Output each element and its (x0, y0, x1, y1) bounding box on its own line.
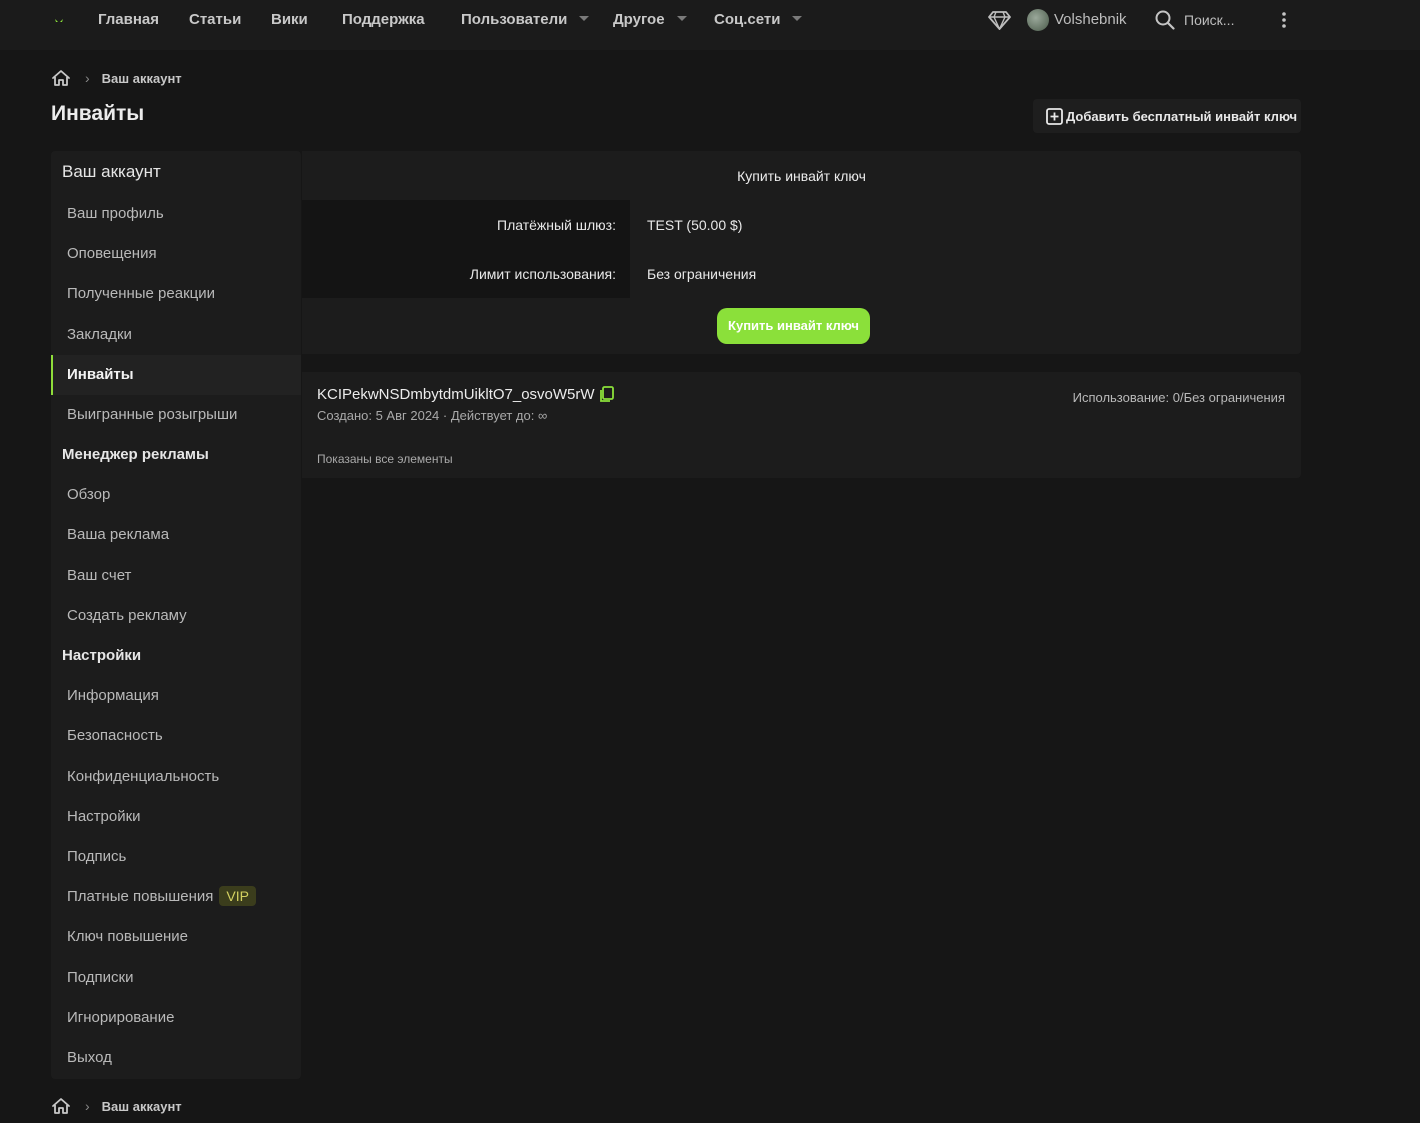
chevron-down-icon[interactable] (792, 15, 803, 21)
form-label-column: Платёжный шлюз: Лимит использования: (302, 200, 630, 298)
breadcrumb: › Ваш аккаунт (51, 68, 182, 88)
breadcrumb-bottom: › Ваш аккаунт (51, 1096, 182, 1116)
chevron-down-icon[interactable] (676, 15, 687, 21)
add-free-invite-button[interactable]: Добавить бесплатный инвайт ключ (1033, 99, 1301, 133)
chevron-right-icon: › (85, 1098, 90, 1114)
nav-support[interactable]: Поддержка (342, 0, 425, 40)
home-icon[interactable] (51, 69, 71, 87)
logo-icon[interactable] (52, 14, 66, 28)
payment-gateway-value[interactable]: TEST (50.00 $) (647, 217, 742, 233)
sidebar-item-your-ads[interactable]: Ваша реклама (51, 515, 301, 555)
avatar[interactable] (1027, 9, 1049, 31)
nav-home[interactable]: Главная (98, 0, 159, 40)
account-sidebar: Ваш аккаунт Ваш профиль Оповещения Получ… (51, 151, 301, 1079)
sidebar-item-subscriptions[interactable]: Подписки (51, 958, 301, 998)
payment-gateway-label: Платёжный шлюз: (497, 217, 616, 233)
chevron-down-icon[interactable] (579, 15, 590, 21)
buy-invite-button[interactable]: Купить инвайт ключ (717, 308, 870, 344)
sidebar-heading-settings: Настройки (62, 647, 142, 664)
sidebar-item-ignoring[interactable]: Игнорирование (51, 998, 301, 1038)
sidebar-item-privacy[interactable]: Конфиденциальность (51, 757, 301, 797)
sidebar-item-information[interactable]: Информация (51, 676, 301, 716)
breadcrumb-account[interactable]: Ваш аккаунт (102, 71, 182, 86)
plus-square-icon (1046, 107, 1063, 125)
buy-invite-title: Купить инвайт ключ (737, 168, 866, 184)
home-icon[interactable] (51, 1097, 71, 1115)
sidebar-item-reactions[interactable]: Полученные реакции (51, 274, 301, 314)
sidebar-item-preferences[interactable]: Настройки (51, 797, 301, 837)
chevron-right-icon: › (85, 70, 90, 86)
usage-limit-label: Лимит использования: (469, 266, 616, 282)
search-input[interactable]: Поиск... (1184, 0, 1234, 40)
sidebar-item-logout[interactable]: Выход (51, 1038, 301, 1078)
sidebar-item-security[interactable]: Безопасность (51, 716, 301, 756)
sidebar-item-alerts[interactable]: Оповещения (51, 234, 301, 274)
invite-key-code[interactable]: KCIPekwNSDmbytdmUikltO7_osvoW5rW (317, 386, 595, 403)
sidebar-item-paid-upgrades-label: Платные повышения (67, 888, 214, 905)
vip-badge: VIP (219, 886, 256, 907)
search-icon[interactable] (1155, 10, 1175, 30)
nav-other[interactable]: Другое (613, 0, 687, 40)
sidebar-item-your-balance[interactable]: Ваш счет (51, 556, 301, 596)
nav-other-label: Другое (613, 11, 665, 28)
nav-users[interactable]: Пользователи (461, 0, 590, 40)
usage-limit-value: Без ограничения (647, 266, 757, 282)
breadcrumb-account[interactable]: Ваш аккаунт (102, 1099, 182, 1114)
sidebar-item-overview[interactable]: Обзор (51, 475, 301, 515)
sidebar-item-signature[interactable]: Подпись (51, 837, 301, 877)
nav-social-label: Соц.сети (714, 11, 781, 28)
nav-social[interactable]: Соц.сети (714, 0, 803, 40)
invite-key-item: KCIPekwNSDmbytdmUikltO7_osvoW5rW (317, 386, 614, 403)
sidebar-item-paid-upgrades[interactable]: Платные повышения VIP (51, 877, 301, 917)
nav-users-label: Пользователи (461, 11, 568, 28)
invite-key-list: KCIPekwNSDmbytdmUikltO7_osvoW5rW Создано… (302, 372, 1301, 478)
sidebar-item-invites[interactable]: Инвайты (51, 355, 301, 395)
invite-key-meta: Создано: 5 Авг 2024 · Действует до: ∞ (317, 408, 548, 423)
sidebar-item-create-ad[interactable]: Создать рекламу (51, 596, 301, 636)
all-items-shown-note: Показаны все элементы (317, 452, 453, 466)
nav-articles[interactable]: Статьи (189, 0, 241, 40)
copy-icon[interactable] (599, 386, 614, 403)
invite-key-usage: Использование: 0/Без ограничения (1072, 390, 1285, 405)
add-free-invite-label: Добавить бесплатный инвайт ключ (1066, 108, 1298, 124)
buy-invite-panel: Купить инвайт ключ Платёжный шлюз: Лимит… (302, 151, 1301, 354)
sidebar-heading-ads: Менеджер рекламы (62, 446, 209, 463)
sidebar-item-bookmarks[interactable]: Закладки (51, 315, 301, 355)
more-menu-icon[interactable] (1281, 11, 1287, 29)
top-nav-bar: Главная Статьи Вики Поддержка Пользовате… (0, 0, 1420, 50)
diamond-icon[interactable] (988, 11, 1011, 30)
sidebar-heading-account: Ваш аккаунт (62, 162, 161, 181)
sidebar-item-upgrade-key[interactable]: Ключ повышение (51, 917, 301, 957)
sidebar-item-profile[interactable]: Ваш профиль (51, 194, 301, 234)
username-link[interactable]: Volshebnik (1054, 0, 1127, 40)
page-title: Инвайты (51, 102, 145, 125)
sidebar-item-giveaways[interactable]: Выигранные розыгрыши (51, 395, 301, 435)
nav-wiki[interactable]: Вики (271, 0, 308, 40)
